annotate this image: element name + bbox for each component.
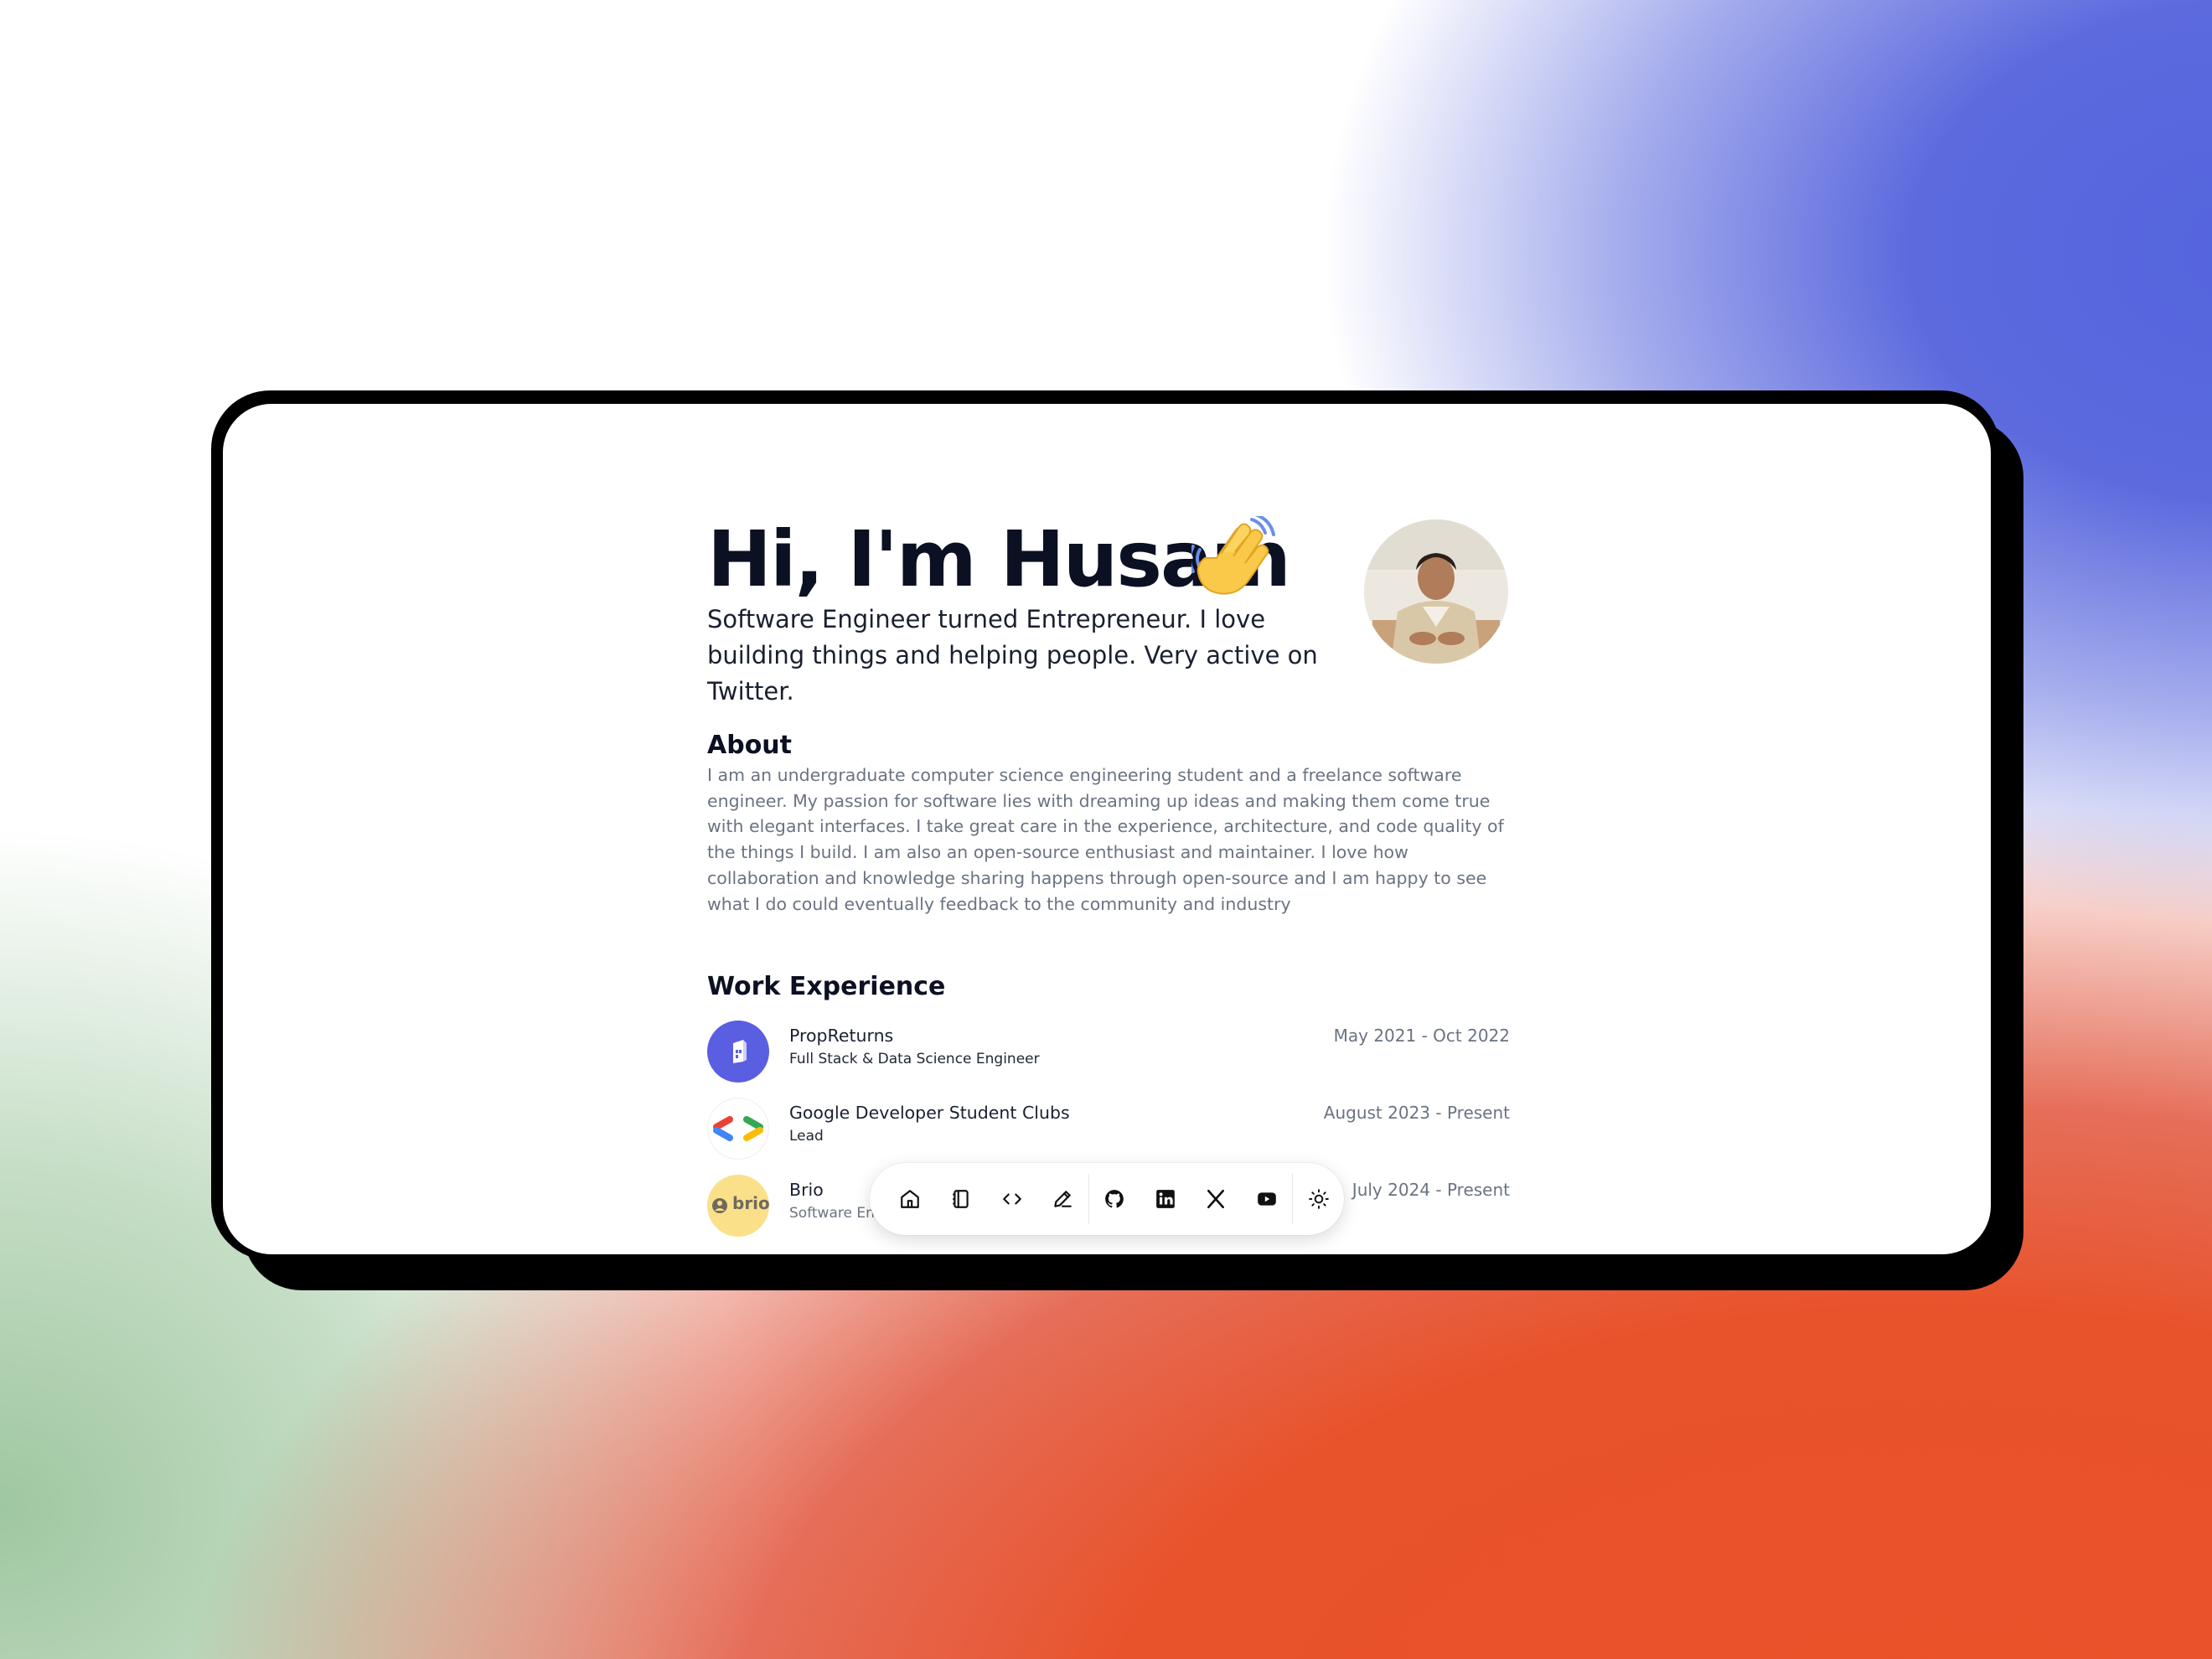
home-icon[interactable] xyxy=(885,1173,936,1225)
company-name: Brio xyxy=(789,1180,824,1200)
youtube-icon[interactable] xyxy=(1242,1173,1293,1225)
linkedin-icon[interactable] xyxy=(1140,1173,1191,1225)
company-name: PropReturns xyxy=(789,1026,894,1046)
work-item-gdsc[interactable]: Google Developer Student Clubs Lead Augu… xyxy=(707,1098,1510,1161)
brio-logo: brio xyxy=(707,1175,769,1237)
company-dates: May 2021 - Oct 2022 xyxy=(1333,1026,1510,1046)
company-dates: August 2023 - Present xyxy=(1323,1103,1510,1123)
x-icon[interactable] xyxy=(1191,1173,1242,1225)
github-icon[interactable] xyxy=(1089,1173,1140,1225)
sun-icon[interactable] xyxy=(1293,1173,1344,1225)
about-heading: About xyxy=(707,731,793,760)
hero-subtitle: Software Engineer turned Entrepreneur. I… xyxy=(707,605,1318,705)
company-role: Lead xyxy=(789,1128,824,1145)
work-item-propreturns[interactable]: PropReturns Full Stack & Data Science En… xyxy=(707,1021,1510,1084)
work-experience-heading: Work Experience xyxy=(707,972,946,1001)
brio-logo-text: brio xyxy=(732,1193,769,1213)
company-role: Software Eng xyxy=(789,1205,884,1222)
pencil-icon[interactable] xyxy=(1037,1173,1088,1225)
bottom-dock xyxy=(870,1163,1344,1235)
waving-hand-icon xyxy=(1191,516,1275,595)
screen: Hi, I'm Husam Software Engineer turned E… xyxy=(223,404,1991,1254)
code-icon[interactable] xyxy=(986,1173,1037,1225)
company-dates: July 2024 - Present xyxy=(1351,1180,1510,1200)
propreturns-logo xyxy=(707,1021,769,1083)
gdsc-logo xyxy=(707,1098,769,1160)
notebook-icon[interactable] xyxy=(936,1173,987,1225)
avatar xyxy=(1364,519,1508,664)
about-text: I am an undergraduate computer science e… xyxy=(707,765,1504,914)
company-name: Google Developer Student Clubs xyxy=(789,1103,1070,1123)
company-role: Full Stack & Data Science Engineer xyxy=(789,1051,1040,1067)
profile-photo xyxy=(1364,519,1508,664)
